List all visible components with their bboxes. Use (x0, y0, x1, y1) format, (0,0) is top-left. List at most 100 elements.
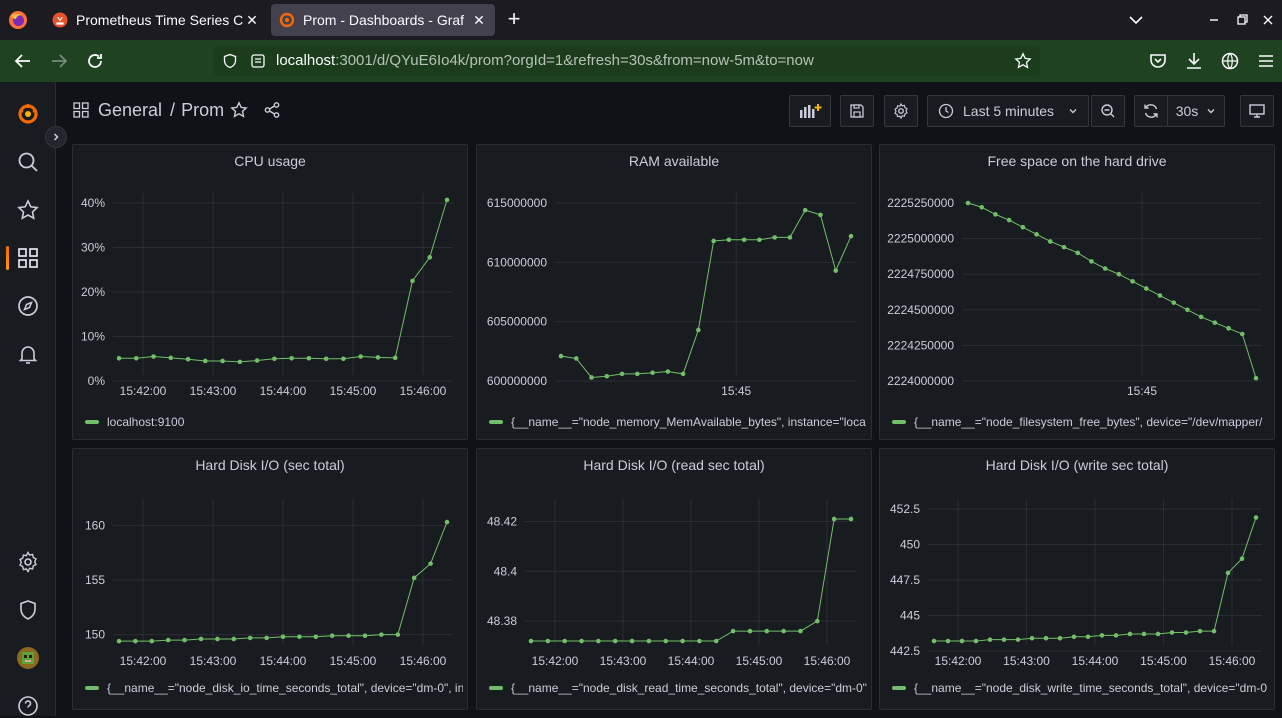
download-icon[interactable] (1182, 49, 1206, 73)
data-point (444, 197, 450, 203)
active-indicator (6, 246, 9, 270)
user-avatar[interactable] (16, 646, 40, 670)
breadcrumb-dashboard[interactable]: Prom (181, 100, 224, 120)
panel-disk-write[interactable]: Hard Disk I/O (write sec total) 442.5 445… (879, 448, 1275, 710)
tab-grafana[interactable]: Prom - Dashboards - Graf ✕ (271, 4, 495, 36)
menu-icon[interactable] (1254, 49, 1278, 73)
close-tab-icon[interactable]: ✕ (244, 12, 260, 29)
data-point (1130, 279, 1135, 284)
firefox-icon[interactable] (8, 10, 28, 30)
data-point (1226, 326, 1231, 331)
data-point (730, 628, 736, 634)
refresh-interval-picker[interactable]: 30s (1167, 95, 1225, 127)
url-path: :3001/d/QYuE6Io4k/prom?orgId=1&refresh=3… (335, 52, 814, 69)
y-tick-label: 48.4 (494, 564, 518, 578)
zoom-out-icon (1101, 104, 1115, 118)
url-bar[interactable]: localhost:3001/d/QYuE6Io4k/prom?orgId=1&… (214, 46, 1040, 76)
legend-item[interactable]: {__name__="node_disk_read_time_seconds_t… (489, 679, 867, 697)
forward-arrow-icon[interactable] (47, 49, 71, 73)
x-tick-label: 15:46:00 (1209, 654, 1256, 668)
starred-icon[interactable] (16, 198, 40, 222)
y-tick-label: 600000000 (487, 374, 547, 388)
restore-icon[interactable] (1230, 8, 1254, 32)
back-arrow-icon[interactable] (11, 49, 35, 73)
data-point (831, 516, 837, 522)
legend-item[interactable]: {__name__="node_disk_write_time_seconds_… (892, 679, 1270, 697)
data-point (133, 638, 138, 644)
panel-disk-read[interactable]: Hard Disk I/O (read sec total) 48.38 48.4… (476, 448, 872, 710)
add-panel-button[interactable] (789, 95, 831, 127)
refresh-button[interactable] (1134, 95, 1168, 127)
legend-label: {__name__="node_disk_read_time_seconds_t… (511, 681, 867, 695)
zoom-out-button[interactable] (1091, 95, 1125, 127)
legend-swatch (892, 420, 906, 424)
prometheus-icon (52, 12, 68, 28)
reload-icon[interactable] (83, 49, 107, 73)
data-point (1143, 286, 1149, 291)
page-info-icon[interactable] (250, 53, 266, 69)
search-icon[interactable] (16, 150, 40, 174)
explore-compass-icon[interactable] (16, 294, 40, 318)
data-point (589, 375, 594, 380)
disk-io-chart: 150 155 160 15:42:00 15:43:00 15:44:00 15:45:0… (85, 499, 453, 668)
pocket-icon[interactable] (1146, 49, 1170, 73)
data-point (1157, 293, 1163, 298)
dashboard-settings-button[interactable] (884, 95, 918, 127)
refresh-interval-label: 30s (1175, 103, 1199, 119)
tracking-shield-icon[interactable] (222, 53, 238, 69)
legend-item[interactable]: {__name__="node_memory_MemAvailable_byte… (489, 413, 867, 431)
gear-icon (894, 102, 908, 120)
server-admin-shield-icon[interactable] (16, 598, 40, 622)
y-tick-label: 610000000 (487, 255, 547, 269)
cycle-view-mode-button[interactable] (1240, 95, 1274, 127)
save-dashboard-button[interactable] (840, 95, 874, 127)
help-icon[interactable] (16, 694, 40, 718)
configuration-gear-icon[interactable] (16, 550, 40, 574)
grafana-sidenav (0, 82, 56, 716)
data-point (711, 238, 716, 244)
data-point (772, 235, 777, 240)
close-window-icon[interactable] (1256, 8, 1280, 32)
legend-swatch (85, 686, 99, 690)
legend-item[interactable]: localhost:9100 (85, 413, 463, 431)
minimize-icon[interactable] (1202, 8, 1226, 32)
data-point (1197, 628, 1203, 634)
new-tab-icon[interactable]: + (503, 8, 525, 32)
close-tab-icon[interactable]: ✕ (471, 12, 487, 29)
y-tick-label: 442.5 (890, 644, 920, 658)
data-point (1253, 375, 1259, 381)
tab-prometheus[interactable]: Prometheus Time Series C ✕ (44, 4, 268, 36)
breadcrumb-folder[interactable]: General (98, 100, 162, 120)
data-point (289, 356, 294, 361)
series-line (560, 209, 852, 378)
data-point (215, 636, 220, 642)
panel-free-space[interactable]: Free space on the hard drive 2224000000 2… (879, 144, 1275, 440)
x-tick-label: 15:45 (1127, 384, 1157, 398)
dashboards-icon[interactable] (16, 246, 40, 270)
x-tick-label: 15:43:00 (600, 654, 647, 668)
legend-item[interactable]: {__name__="node_disk_io_time_seconds_tot… (85, 679, 463, 697)
data-point (1034, 232, 1039, 237)
data-point (1155, 631, 1161, 637)
x-tick-label: 15:45:00 (1140, 654, 1187, 668)
bookmark-star-icon[interactable] (1014, 52, 1032, 70)
globe-icon[interactable] (1218, 49, 1242, 73)
share-icon[interactable] (263, 101, 281, 119)
data-point (1071, 634, 1077, 640)
data-point (931, 638, 937, 644)
grafana-logo-icon[interactable] (16, 102, 40, 126)
data-point (1047, 239, 1053, 244)
data-point (247, 635, 253, 641)
data-point (346, 633, 351, 639)
chevron-down-icon (1069, 109, 1077, 114)
panel-disk-io[interactable]: Hard Disk I/O (sec total) 150 155 160 15:42… (72, 448, 468, 710)
alerting-bell-icon[interactable] (16, 342, 40, 366)
legend-item[interactable]: {__name__="node_filesystem_free_bytes", … (892, 413, 1270, 431)
panel-ram-available[interactable]: RAM available 600000000 605000000 61000000… (476, 144, 872, 440)
data-point (362, 633, 368, 639)
tab-list-chevron-icon[interactable] (1124, 8, 1148, 32)
time-range-picker[interactable]: Last 5 minutes (927, 95, 1089, 127)
panel-cpu-usage[interactable]: CPU usage 0% 10% 20% 30% 40% 15:42:00 15:43:00… (72, 144, 468, 440)
data-point (987, 637, 993, 642)
mark-favorite-star-icon[interactable] (230, 101, 248, 119)
